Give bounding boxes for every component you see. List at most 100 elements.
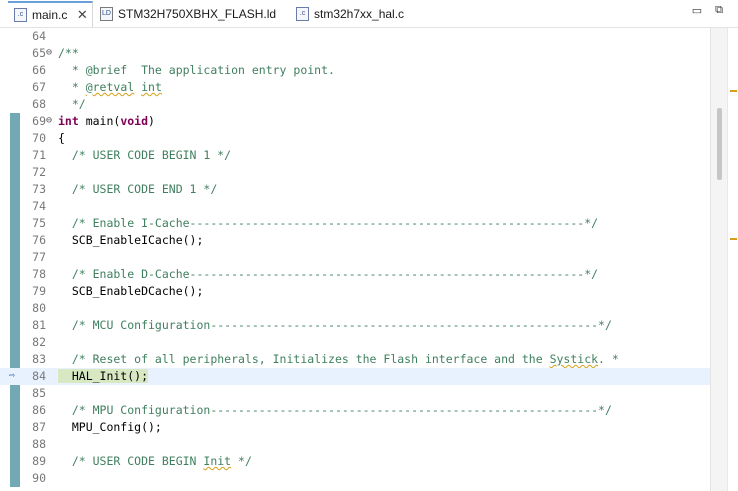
c-source-file-icon: .c (296, 7, 309, 21)
code-line[interactable]: 70 { (0, 130, 710, 147)
vertical-scrollbar[interactable] (710, 28, 728, 491)
code-line[interactable]: 68 */ (0, 96, 710, 113)
gutter-change-marker (10, 181, 20, 198)
tab-label: main.c (32, 8, 68, 22)
code-text: HAL_Init(); (58, 368, 149, 385)
code-text: /* USER CODE BEGIN 1 */ (58, 147, 231, 164)
linker-script-file-icon: LD (100, 7, 113, 21)
code-token: * (58, 80, 86, 94)
code-line[interactable]: 87 MPU_Config(); (0, 419, 710, 436)
line-number: 84 (32, 369, 46, 383)
gutter-change-marker (10, 198, 20, 215)
current-instruction-arrow-icon[interactable]: ⇨ (9, 369, 21, 383)
code-line[interactable]: 80 (0, 300, 710, 317)
code-text: /* Reset of all peripherals, Initializes… (58, 351, 619, 368)
gutter-change-marker (10, 215, 20, 232)
code-token: HAL_Init(); (58, 369, 149, 383)
code-token: */ (231, 454, 252, 468)
gutter-change-marker (10, 402, 20, 419)
fold-toggle-icon[interactable]: ⊖ (46, 47, 52, 59)
line-number: 81 (32, 318, 46, 332)
gutter-change-marker (10, 164, 20, 181)
code-line[interactable]: 76 SCB_EnableICache(); (0, 232, 710, 249)
code-line[interactable]: 72 (0, 164, 710, 181)
code-line[interactable]: 65 ⊖ /** (0, 45, 710, 62)
code-token: int (58, 114, 79, 128)
gutter-change-marker (10, 130, 20, 147)
warning-marker[interactable] (730, 238, 737, 240)
gutter-change-marker (10, 334, 20, 351)
code-token: /* Enable I-Cache-----------------------… (58, 216, 599, 230)
code-line[interactable]: 75 /* Enable I-Cache--------------------… (0, 215, 710, 232)
gutter-change-marker (10, 436, 20, 453)
gutter-change-marker (10, 147, 20, 164)
tab-linker-script[interactable]: LD STM32H750XBHX_FLASH.ld (100, 1, 276, 27)
code-line[interactable]: 66 * @brief The application entry point. (0, 62, 710, 79)
line-number: 87 (32, 420, 46, 434)
code-line[interactable]: 82 (0, 334, 710, 351)
code-token: /** (58, 46, 79, 60)
code-token: MPU_Config(); (58, 420, 162, 434)
line-number: 88 (32, 437, 46, 451)
code-editor[interactable]: 64 65 ⊖/** 66 * @brief The application entr… (0, 28, 738, 491)
line-number: 74 (32, 199, 46, 213)
line-number: 68 (32, 97, 46, 111)
code-token: @retval (85, 80, 135, 94)
code-token: Init (203, 454, 232, 468)
close-icon[interactable]: ✕ (75, 7, 89, 23)
code-token: /* USER CODE BEGIN 1 */ (58, 148, 232, 162)
code-text: /* MCU Configuration--------------------… (58, 317, 612, 334)
code-token: { (58, 131, 65, 145)
tab-main-c[interactable]: .c main.c ✕ (8, 1, 93, 27)
line-number: 85 (32, 386, 46, 400)
fold-toggle-icon[interactable]: ⊖ (46, 115, 52, 127)
code-line[interactable]: 85 (0, 385, 710, 402)
code-line[interactable]: 89 /* USER CODE BEGIN Init */ (0, 453, 710, 470)
overview-ruler[interactable] (727, 28, 738, 491)
code-text: /* Enable I-Cache-----------------------… (58, 215, 598, 232)
code-line[interactable]: 78 /* Enable D-Cache--------------------… (0, 266, 710, 283)
code-text: { (58, 130, 65, 147)
code-line[interactable]: 86 /* MPU Configuration-----------------… (0, 402, 710, 419)
gutter-change-marker (10, 283, 20, 300)
code-token: /* MPU Configuration--------------------… (58, 403, 612, 417)
code-line[interactable]: 79 SCB_EnableDCache(); (0, 283, 710, 300)
code-text: SCB_EnableICache(); (58, 232, 204, 249)
gutter-change-marker (10, 351, 20, 368)
line-number: 76 (32, 233, 46, 247)
code-line[interactable]: 90 (0, 470, 710, 487)
code-line[interactable]: 74 (0, 198, 710, 215)
code-line[interactable]: 67 * @retval int (0, 79, 710, 96)
code-line[interactable]: 64 (0, 28, 710, 45)
line-number: 66 (32, 63, 46, 77)
code-token: void (120, 114, 149, 128)
code-line[interactable]: ⇨ 84 HAL_Init(); (0, 368, 710, 385)
scrollbar-thumb[interactable] (717, 108, 722, 180)
code-line[interactable]: 73 /* USER CODE END 1 */ (0, 181, 710, 198)
code-token: SCB_EnableICache(); (58, 233, 204, 247)
code-token: SCB_EnableDCache(); (58, 284, 204, 298)
code-token: Systick (549, 352, 599, 366)
line-number: 89 (32, 454, 46, 468)
code-token: int (141, 80, 162, 94)
code-line[interactable]: 88 (0, 436, 710, 453)
code-line[interactable]: 77 (0, 249, 710, 266)
code-token: * @brief The application entry point. (58, 63, 335, 77)
code-line[interactable]: 83 /* Reset of all peripherals, Initiali… (0, 351, 710, 368)
line-number: 69 (32, 114, 46, 128)
code-text: MPU_Config(); (58, 419, 162, 436)
code-line[interactable]: 69 ⊖ int main(void) (0, 113, 710, 130)
line-number: 78 (32, 267, 46, 281)
code-text: /* Enable D-Cache-----------------------… (58, 266, 598, 283)
gutter-change-marker (10, 453, 20, 470)
line-number: 82 (32, 335, 46, 349)
line-number: 65 (32, 46, 46, 60)
minimize-icon[interactable]: ▭ (690, 4, 704, 17)
code-line[interactable]: 81 /* MCU Configuration-----------------… (0, 317, 710, 334)
warning-marker[interactable] (730, 90, 737, 92)
tab-stm32h7xx-hal-c[interactable]: .c stm32h7xx_hal.c (296, 1, 404, 27)
code-line[interactable]: 71 /* USER CODE BEGIN 1 */ (0, 147, 710, 164)
maximize-icon[interactable]: ⧉ (712, 4, 726, 17)
code-token: ) (148, 114, 155, 128)
line-number: 90 (32, 471, 46, 485)
